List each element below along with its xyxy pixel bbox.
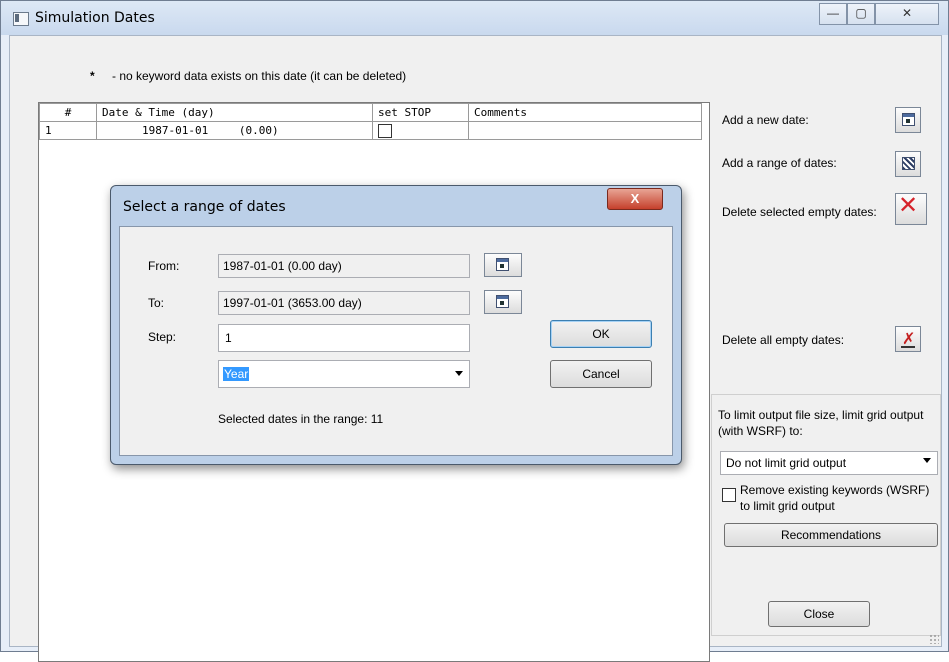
calendar-icon bbox=[902, 113, 915, 126]
step-label: Step: bbox=[148, 330, 177, 344]
from-field: 1987-01-01 (0.00 day) bbox=[218, 254, 470, 278]
window-title: Simulation Dates bbox=[35, 10, 155, 26]
from-calendar-button[interactable] bbox=[484, 253, 522, 277]
dialog-close-button[interactable]: X bbox=[607, 188, 663, 210]
dialog-title: Select a range of dates bbox=[123, 199, 286, 215]
table-row[interactable]: 1 1987-01-01 (0.00) bbox=[39, 121, 702, 140]
remove-keywords-label: Remove existing keywords (WSRF) to limit… bbox=[740, 483, 930, 513]
col-header-comments[interactable]: Comments bbox=[468, 103, 702, 122]
row-comments[interactable] bbox=[468, 121, 702, 140]
limit-grid-select[interactable]: Do not limit grid output bbox=[720, 451, 938, 475]
delete-all-underline bbox=[901, 346, 915, 348]
ok-button[interactable]: OK bbox=[550, 320, 652, 348]
set-stop-checkbox[interactable] bbox=[378, 123, 392, 138]
remove-keywords-checkbox[interactable] bbox=[722, 488, 736, 502]
row-day: (0.00) bbox=[238, 124, 279, 137]
title-bar[interactable]: Simulation Dates — ▢ ✕ bbox=[1, 1, 948, 35]
add-date-button[interactable] bbox=[895, 107, 921, 133]
dialog-client-area: From: 1987-01-01 (0.00 day) To: 1997-01-… bbox=[119, 226, 673, 456]
limit-output-text: To limit output file size, limit grid ou… bbox=[718, 408, 924, 438]
cancel-button[interactable]: Cancel bbox=[550, 360, 652, 388]
col-header-number[interactable]: # bbox=[39, 103, 97, 122]
legend-text: - no keyword data exists on this date (i… bbox=[112, 69, 407, 83]
from-value: 1987-01-01 (0.00 day) bbox=[223, 259, 342, 273]
minimize-button[interactable]: — bbox=[819, 3, 847, 25]
row-date: 1987-01-01 bbox=[142, 124, 209, 137]
row-number: 1 bbox=[39, 121, 97, 140]
from-label: From: bbox=[148, 259, 180, 273]
selected-dates-summary: Selected dates in the range: 11 bbox=[218, 412, 384, 426]
add-date-label: Add a new date: bbox=[722, 113, 809, 127]
to-calendar-button[interactable] bbox=[484, 290, 522, 314]
select-range-dialog: Select a range of dates X From: 1987-01-… bbox=[110, 185, 682, 465]
calendar-icon bbox=[496, 258, 509, 271]
to-label: To: bbox=[148, 296, 165, 310]
limit-grid-select-value: Do not limit grid output bbox=[726, 456, 847, 470]
to-value: 1997-01-01 (3653.00 day) bbox=[223, 296, 362, 310]
close-window-button[interactable]: ✕ bbox=[875, 3, 939, 25]
delete-all-label: Delete all empty dates: bbox=[722, 333, 845, 347]
step-unit-value: Year bbox=[223, 367, 250, 381]
delete-selected-label: Delete selected empty dates: bbox=[722, 205, 877, 219]
limit-output-panel: To limit output file size, limit grid ou… bbox=[711, 394, 941, 636]
dates-table: # Date & Time (day) set STOP Comments 1 … bbox=[39, 103, 702, 140]
legend-symbol: * bbox=[90, 69, 95, 83]
delete-selected-button[interactable]: ✕ bbox=[895, 191, 927, 225]
table-header-row: # Date & Time (day) set STOP Comments bbox=[39, 103, 702, 122]
close-button[interactable]: Close bbox=[768, 601, 870, 627]
delete-x-icon: ✕ bbox=[898, 191, 919, 219]
col-header-date[interactable]: Date & Time (day) bbox=[96, 103, 373, 122]
app-icon bbox=[13, 12, 29, 26]
date-range-icon bbox=[902, 157, 915, 170]
chevron-down-icon bbox=[923, 458, 931, 463]
delete-all-button[interactable]: ✗ bbox=[895, 326, 921, 352]
to-field: 1997-01-01 (3653.00 day) bbox=[218, 291, 470, 315]
add-range-label: Add a range of dates: bbox=[722, 156, 837, 170]
recommendations-button[interactable]: Recommendations bbox=[724, 523, 938, 547]
resize-grip[interactable] bbox=[929, 634, 939, 644]
step-input[interactable]: 1 bbox=[218, 324, 470, 352]
step-value: 1 bbox=[225, 331, 232, 345]
maximize-button[interactable]: ▢ bbox=[847, 3, 875, 25]
row-date-cell[interactable]: 1987-01-01 (0.00) bbox=[96, 121, 373, 140]
chevron-down-icon bbox=[455, 371, 463, 376]
row-set-stop-cell bbox=[372, 121, 469, 140]
add-range-button[interactable] bbox=[895, 151, 921, 177]
calendar-icon bbox=[496, 295, 509, 308]
col-header-set-stop[interactable]: set STOP bbox=[372, 103, 469, 122]
step-unit-select[interactable]: Year bbox=[218, 360, 470, 388]
